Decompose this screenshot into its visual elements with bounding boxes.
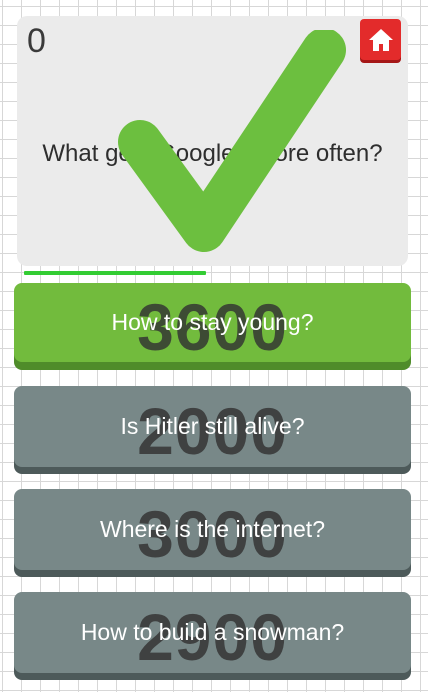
question-text: What gets Googled more often? [42,140,383,167]
answer-label: Is Hitler still alive? [120,412,305,439]
answer-label: Where is the internet? [99,515,325,542]
question-card: 0 What gets Googled more often? [17,16,408,266]
home-icon [368,28,393,51]
answer-button-2[interactable]: 2000 Is Hitler still alive? [14,386,411,467]
answer-button-1[interactable]: 3600 How to stay young? [14,283,411,362]
answer-label: How to build a snowman? [80,618,345,645]
home-button[interactable] [360,19,401,60]
score: 0 [27,22,46,60]
answer-button-3[interactable]: 3000 Where is the internet? [14,489,411,570]
timer-fill [24,271,207,275]
timer-bar [24,271,404,275]
answer-label: How to stay young? [111,308,314,335]
answer-button-4[interactable]: 2900 How to build a snowman? [14,592,411,673]
